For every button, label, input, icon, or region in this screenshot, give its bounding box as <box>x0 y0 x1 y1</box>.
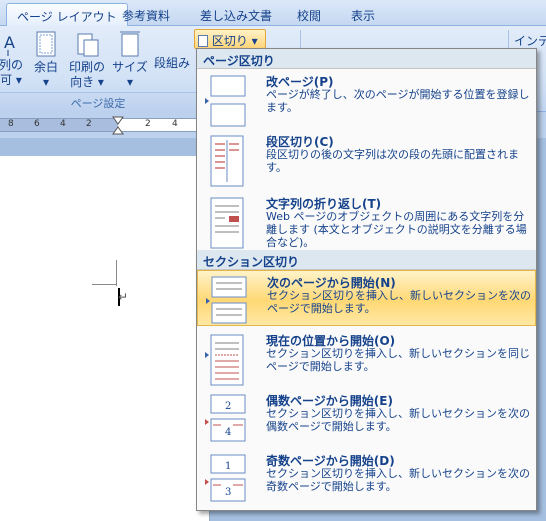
column-break-icon <box>210 135 244 187</box>
ruler-number: 2 <box>86 119 92 129</box>
menu-item-next-page[interactable]: 次のページから開始(N) セクション区切りを挿入し、新しいセクションを次のページ… <box>197 270 536 326</box>
document-page[interactable] <box>0 156 210 521</box>
margins-icon <box>36 31 56 57</box>
menu-item-continuous[interactable]: 現在の位置から開始(O) セクション区切りを挿入し、新しいセクションを同じページ… <box>197 329 536 389</box>
tab-page-layout[interactable]: ページ レイアウト <box>6 3 128 26</box>
menu-item-text-wrapping[interactable]: 文字列の折り返し(T) Web ページのオブジェクトの周囲にある文字列を分離しま… <box>197 192 536 252</box>
breaks-button[interactable]: 区切り ▾ <box>194 29 266 49</box>
margins-button[interactable]: 余白 ▾ <box>30 30 62 90</box>
ruler-number: 2 <box>145 119 151 129</box>
page-break-icon <box>205 75 246 127</box>
margins-label-2: ▾ <box>42 75 50 89</box>
ruler-number: 4 <box>172 119 178 129</box>
svg-text:A: A <box>4 33 15 52</box>
orientation-label-2: 向き ▾ <box>70 75 104 89</box>
next-page-section-icon <box>206 276 247 324</box>
menu-item-description: セクション区切りを挿入し、新しいセクションを同じページで開始します。 <box>266 347 530 373</box>
orientation-button[interactable]: 印刷の 向き ▾ <box>67 30 107 90</box>
section-header-page-breaks: ページ区切り <box>197 49 536 69</box>
ruler-number: 4 <box>60 119 66 129</box>
continuous-section-icon <box>205 334 244 386</box>
size-label-1: サイズ <box>112 60 148 74</box>
section-header-section-breaks: セクション区切り <box>197 250 536 270</box>
margins-label-1: 余白 <box>33 60 58 74</box>
tab-references[interactable]: 参考資料 <box>112 3 180 26</box>
paragraph-mark: ↵ <box>118 290 129 304</box>
ruler-number: 6 <box>34 119 40 129</box>
ruler-number: 8 <box>8 119 14 129</box>
text-direction-icon: A <box>4 33 15 56</box>
text-direction-label-2: 可 ▾ <box>0 73 22 87</box>
menu-item-description: セクション区切りを挿入し、新しいセクションを次の奇数ページで開始します。 <box>266 467 530 493</box>
size-button[interactable]: サイズ ▾ <box>112 30 148 90</box>
ruler-text-area <box>118 118 200 132</box>
indent-marker-icon[interactable] <box>112 116 124 136</box>
size-label-2: ▾ <box>126 75 134 89</box>
crop-mark <box>116 260 117 286</box>
breaks-dropdown-menu: ページ区切り 改ページ(P) ページが終了し、次のページが開始する位置を登録しま… <box>196 48 537 511</box>
odd-icon-digit-bottom: 3 <box>225 487 231 498</box>
text-direction-label-1: 列の <box>0 58 23 72</box>
text-wrapping-icon <box>210 197 244 249</box>
odd-icon-digit-top: 1 <box>225 461 231 472</box>
orientation-label-1: 印刷の <box>68 60 105 74</box>
size-icon <box>120 31 140 57</box>
menu-item-page-break[interactable]: 改ページ(P) ページが終了し、次のページが開始する位置を登録します。 <box>197 70 536 130</box>
menu-item-description: ページが終了し、次のページが開始する位置を登録します。 <box>266 88 530 114</box>
breaks-label: 区切り ▾ <box>211 34 258 48</box>
tab-mailings[interactable]: 差し込み文書 <box>190 3 282 26</box>
ribbon-tab-bar: ページ レイアウト 参考資料 差し込み文書 校閲 表示 <box>0 0 546 26</box>
menu-item-column-break[interactable]: 段区切り(C) 段区切りの後の文字列は次の段の先頭に配置されます。 <box>197 130 536 190</box>
text-direction-button[interactable]: A 列の 可 ▾ <box>0 30 26 88</box>
even-page-section-icon: 2 4 <box>205 394 246 442</box>
menu-item-description: セクション区切りを挿入し、新しいセクションを次のページで開始します。 <box>267 289 531 315</box>
even-icon-digit-top: 2 <box>225 401 231 412</box>
menu-item-description: Web ページのオブジェクトの周囲にある文字列を分離します (本文とオブジェクト… <box>266 210 527 249</box>
odd-page-section-icon: 1 3 <box>205 454 246 502</box>
menu-item-description: 段区切りの後の文字列は次の段の先頭に配置されます。 <box>266 148 519 174</box>
columns-button[interactable]: 段組み <box>152 56 192 71</box>
indent-label: インデ <box>514 34 546 48</box>
breaks-icon <box>198 35 208 47</box>
page-setup-group-label: ページ設定 <box>0 92 196 112</box>
tab-view[interactable]: 表示 <box>341 3 385 26</box>
ruler-margin-area <box>0 118 118 132</box>
even-icon-digit-bottom: 4 <box>225 427 231 438</box>
tab-review[interactable]: 校閲 <box>287 3 331 26</box>
crop-mark <box>92 284 116 285</box>
menu-item-even-page[interactable]: 2 4 偶数ページから開始(E) セクション区切りを挿入し、新しいセクションを次… <box>197 389 536 449</box>
menu-item-odd-page[interactable]: 1 3 奇数ページから開始(D) セクション区切りを挿入し、新しいセクションを次… <box>197 449 536 509</box>
menu-item-description: セクション区切りを挿入し、新しいセクションを次の偶数ページで開始します。 <box>266 407 530 433</box>
orientation-icon <box>77 33 99 57</box>
columns-label: 段組み <box>153 56 190 70</box>
